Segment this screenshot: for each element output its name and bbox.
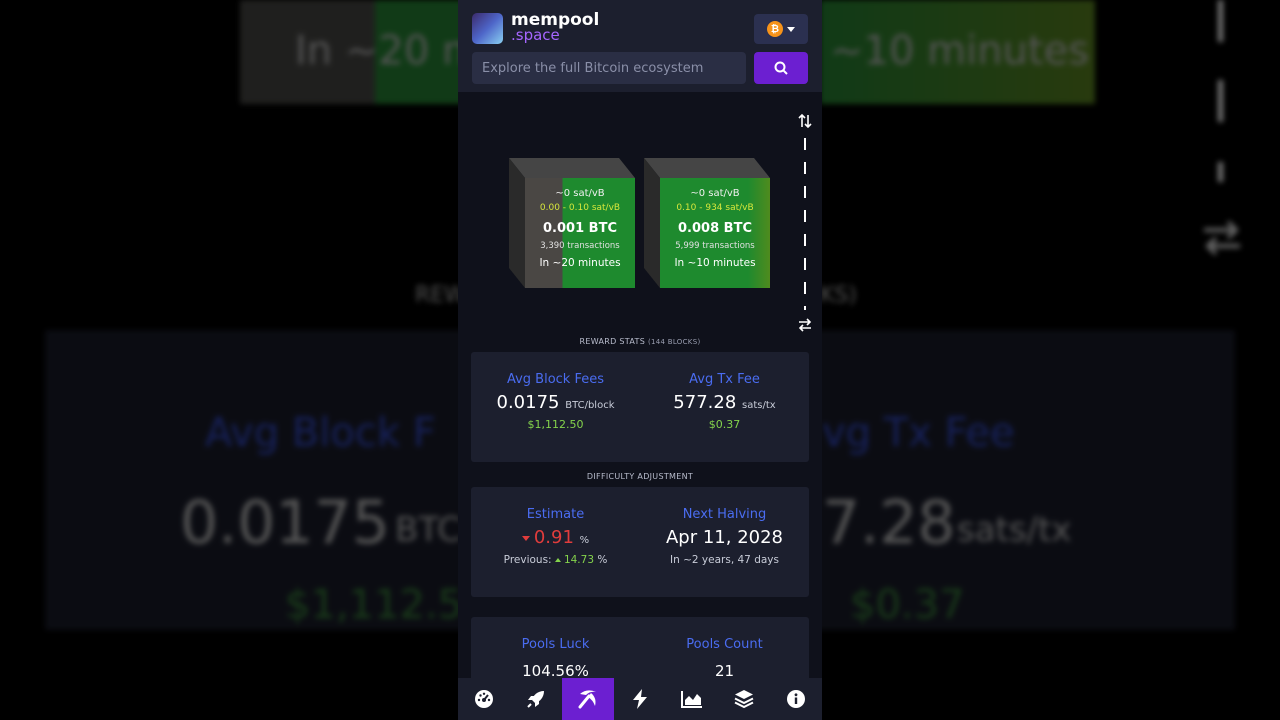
avg-block-fees-stat: Avg Block Fees 0.0175 BTC/block $1,112.5…: [481, 372, 631, 462]
echo-unit-left: BTC: [395, 510, 461, 550]
block-median-fee: ~0 sat/vB: [555, 188, 605, 199]
reward-stats-subtitle: (144 BLOCKS): [647, 338, 701, 346]
bottom-nav: [458, 678, 822, 720]
avg-tx-fee-value: 577.28: [673, 392, 737, 413]
block-fee-range: 0.10 - 934 sat/vB: [676, 203, 754, 213]
echo-stat-left-label: Avg Block F: [205, 410, 436, 456]
nav-graphs[interactable]: [666, 678, 718, 720]
estimate-label[interactable]: Estimate: [481, 507, 631, 522]
block-tx-count: 3,390 transactions: [540, 241, 620, 251]
block-total: 0.008 BTC: [678, 221, 752, 236]
nav-lightning[interactable]: [614, 678, 666, 720]
block-total: 0.001 BTC: [543, 221, 617, 236]
estimate-value: 0.91: [533, 527, 574, 548]
mempool-block[interactable]: ~0 sat/vB 0.10 - 934 sat/vB 0.008 BTC 5,…: [644, 158, 770, 288]
block-tx-count: 5,999 transactions: [675, 241, 755, 251]
reward-stats-title: REWARD STATS (144 BLOCKS): [458, 334, 822, 350]
chart-icon: [681, 691, 702, 708]
echo-top-right: ~10 minutes: [830, 28, 1090, 74]
previous-label: Previous:: [503, 554, 552, 566]
echo-swap-icon: [1204, 220, 1240, 256]
avg-tx-fee-fiat: $0.37: [708, 418, 741, 431]
lightning-icon: [633, 689, 647, 709]
nav-accelerator[interactable]: [510, 678, 562, 720]
nav-dashboard[interactable]: [458, 678, 510, 720]
echo-fiat-right: $0.37: [850, 582, 965, 628]
info-icon: [787, 690, 805, 708]
block-eta: In ~20 minutes: [539, 257, 621, 269]
next-halving-date: Apr 11, 2028: [665, 527, 784, 548]
swap-arrows-icon[interactable]: [798, 318, 812, 332]
arrow-down-icon: [521, 535, 530, 541]
reward-stats-card: Avg Block Fees 0.0175 BTC/block $1,112.5…: [471, 352, 809, 462]
next-halving-stat: Next Halving Apr 11, 2028 In ~2 years, 4…: [650, 507, 800, 597]
block-median-fee: ~0 sat/vB: [690, 188, 740, 199]
nav-about[interactable]: [770, 678, 822, 720]
nav-mining[interactable]: [562, 678, 614, 720]
pools-luck-label[interactable]: Pools Luck: [481, 637, 631, 652]
nav-docs[interactable]: [718, 678, 770, 720]
mempool-block[interactable]: ~0 sat/vB 0.00 - 0.10 sat/vB 0.001 BTC 3…: [509, 158, 635, 288]
estimate-unit: %: [579, 535, 590, 546]
previous-value: 14.73: [563, 554, 594, 566]
echo-value-right: 7.28: [822, 488, 956, 558]
rocket-icon: [527, 691, 544, 708]
avg-block-fees-fiat: $1,112.50: [527, 418, 584, 431]
block-eta: In ~10 minutes: [674, 257, 756, 269]
avg-block-fees-value: 0.0175: [496, 392, 560, 413]
avg-tx-fee-label[interactable]: Avg Tx Fee: [650, 372, 800, 387]
echo-top-left: In ~20 m: [295, 28, 481, 74]
difficulty-estimate-stat: Estimate 0.91 % Previous: 14.73 %: [481, 507, 631, 597]
block-fee-range: 0.00 - 0.10 sat/vB: [539, 203, 621, 213]
echo-dash: [1218, 162, 1223, 182]
dashboard-icon: [475, 690, 493, 708]
mempool-blocks: ~0 sat/vB 0.00 - 0.10 sat/vB 0.001 BTC 3…: [458, 0, 822, 340]
echo-stat-right-label: vg Tx Fee: [822, 410, 1015, 456]
previous-unit: %: [597, 554, 608, 566]
app-viewport: mempool .space ₿ ~0 sat/vB 0.00 -: [458, 0, 822, 720]
echo-dash: [1218, 0, 1223, 42]
layers-icon: [734, 690, 754, 709]
avg-tx-fee-stat: Avg Tx Fee 577.28 sats/tx $0.37: [650, 372, 800, 462]
avg-tx-fee-unit: sats/tx: [742, 400, 776, 411]
echo-mid-right: KS): [820, 283, 857, 308]
difficulty-card: Estimate 0.91 % Previous: 14.73 % Next H…: [471, 487, 809, 597]
mempool-divider-line: [804, 138, 806, 310]
next-halving-eta: In ~2 years, 47 days: [670, 554, 779, 566]
echo-unit-right: sats/tx: [957, 510, 1072, 550]
difficulty-title: DIFFICULTY ADJUSTMENT: [586, 472, 694, 481]
sort-arrows-icon[interactable]: [798, 113, 812, 129]
pools-count-label[interactable]: Pools Count: [650, 637, 800, 652]
arrow-up-icon: [554, 558, 561, 562]
echo-dash: [1218, 80, 1223, 122]
reward-stats-title-text: REWARD STATS: [579, 337, 646, 346]
avg-block-fees-label[interactable]: Avg Block Fees: [481, 372, 631, 387]
next-halving-label[interactable]: Next Halving: [650, 507, 800, 522]
echo-value-left: 0.0175: [180, 488, 390, 558]
avg-block-fees-unit: BTC/block: [565, 400, 615, 411]
pickaxe-icon: [578, 690, 596, 709]
